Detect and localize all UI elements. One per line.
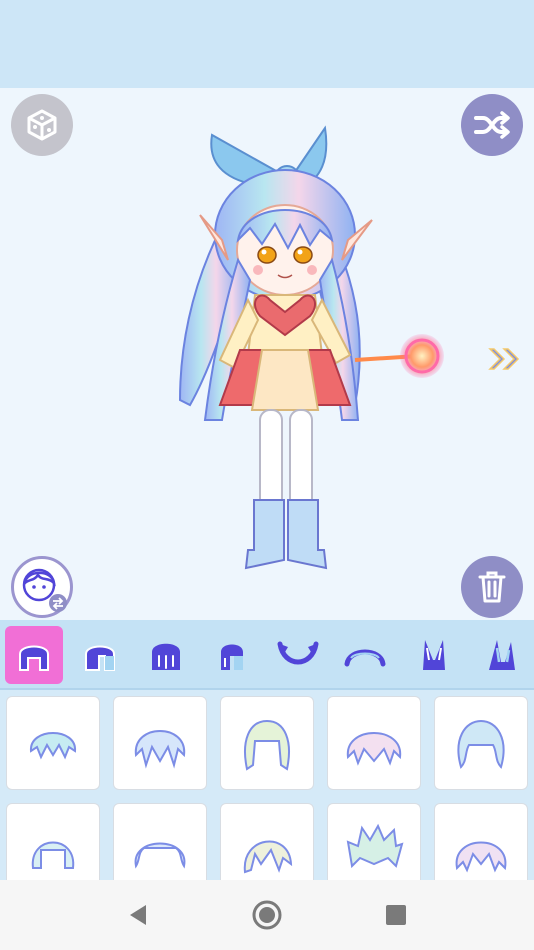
tab-hair-split[interactable] — [71, 626, 129, 684]
recents-button[interactable] — [380, 899, 412, 931]
back-triangle-icon — [130, 905, 146, 925]
character-illustration — [178, 125, 444, 570]
hair-thumbnail — [244, 719, 290, 771]
headband-icon — [344, 649, 386, 667]
hair-thumbnail — [31, 841, 75, 869]
hair-side-icon — [221, 644, 243, 670]
random-dice-button[interactable] — [11, 94, 73, 156]
hair-thumbnail — [134, 842, 186, 869]
hair-split-icon — [85, 645, 115, 671]
home-circle-icon — [252, 900, 282, 930]
horns-icon — [277, 641, 319, 665]
trash-icon — [478, 571, 506, 603]
hair-item[interactable] — [113, 696, 207, 790]
hair-item[interactable] — [327, 696, 421, 790]
hair-item[interactable] — [113, 803, 207, 880]
hair-item[interactable] — [6, 696, 100, 790]
next-outfit-button[interactable] — [484, 342, 526, 376]
back-button[interactable] — [122, 899, 154, 931]
hair-thumbnail — [346, 823, 404, 869]
hair-item[interactable] — [6, 803, 100, 880]
hair-item[interactable] — [434, 696, 528, 790]
dice-icon — [27, 109, 57, 141]
double-chevron-right-icon — [488, 348, 520, 370]
tab-bunny-ears-alt[interactable] — [473, 626, 531, 684]
shuffle-icon — [474, 111, 510, 139]
tab-bunny-ears[interactable] — [405, 626, 463, 684]
tab-horns[interactable] — [269, 626, 327, 684]
hair-item[interactable] — [327, 803, 421, 880]
bunny-ears-alt-icon — [489, 640, 515, 670]
category-tab-strip — [0, 620, 534, 690]
tab-hair-back[interactable] — [137, 626, 195, 684]
clear-outfit-button[interactable] — [461, 556, 523, 618]
top-bar — [0, 0, 534, 88]
recents-square-icon — [386, 905, 406, 925]
hair-front-icon — [19, 645, 49, 671]
tab-hair-side[interactable] — [203, 626, 261, 684]
shuffle-button[interactable] — [461, 94, 523, 156]
hair-item[interactable] — [220, 803, 314, 880]
hair-item[interactable] — [220, 696, 314, 790]
hair-item-grid — [0, 690, 534, 880]
hair-thumbnail — [455, 841, 507, 873]
hair-thumbnail — [243, 840, 293, 874]
hair-item[interactable] — [434, 803, 528, 880]
bunny-ears-icon — [423, 640, 445, 670]
hair-thumbnail — [29, 732, 77, 760]
hair-thumbnail — [134, 730, 186, 769]
hair-back-icon — [152, 643, 180, 670]
system-nav-bar — [0, 880, 534, 950]
tab-headband[interactable] — [336, 626, 394, 684]
hair-thumbnail — [346, 732, 402, 766]
hair-thumbnail — [457, 719, 505, 769]
character-swap-icon — [22, 568, 67, 612]
home-button[interactable] — [251, 899, 283, 931]
character-swap-button[interactable] — [11, 556, 73, 618]
tab-hair-front[interactable] — [5, 626, 63, 684]
